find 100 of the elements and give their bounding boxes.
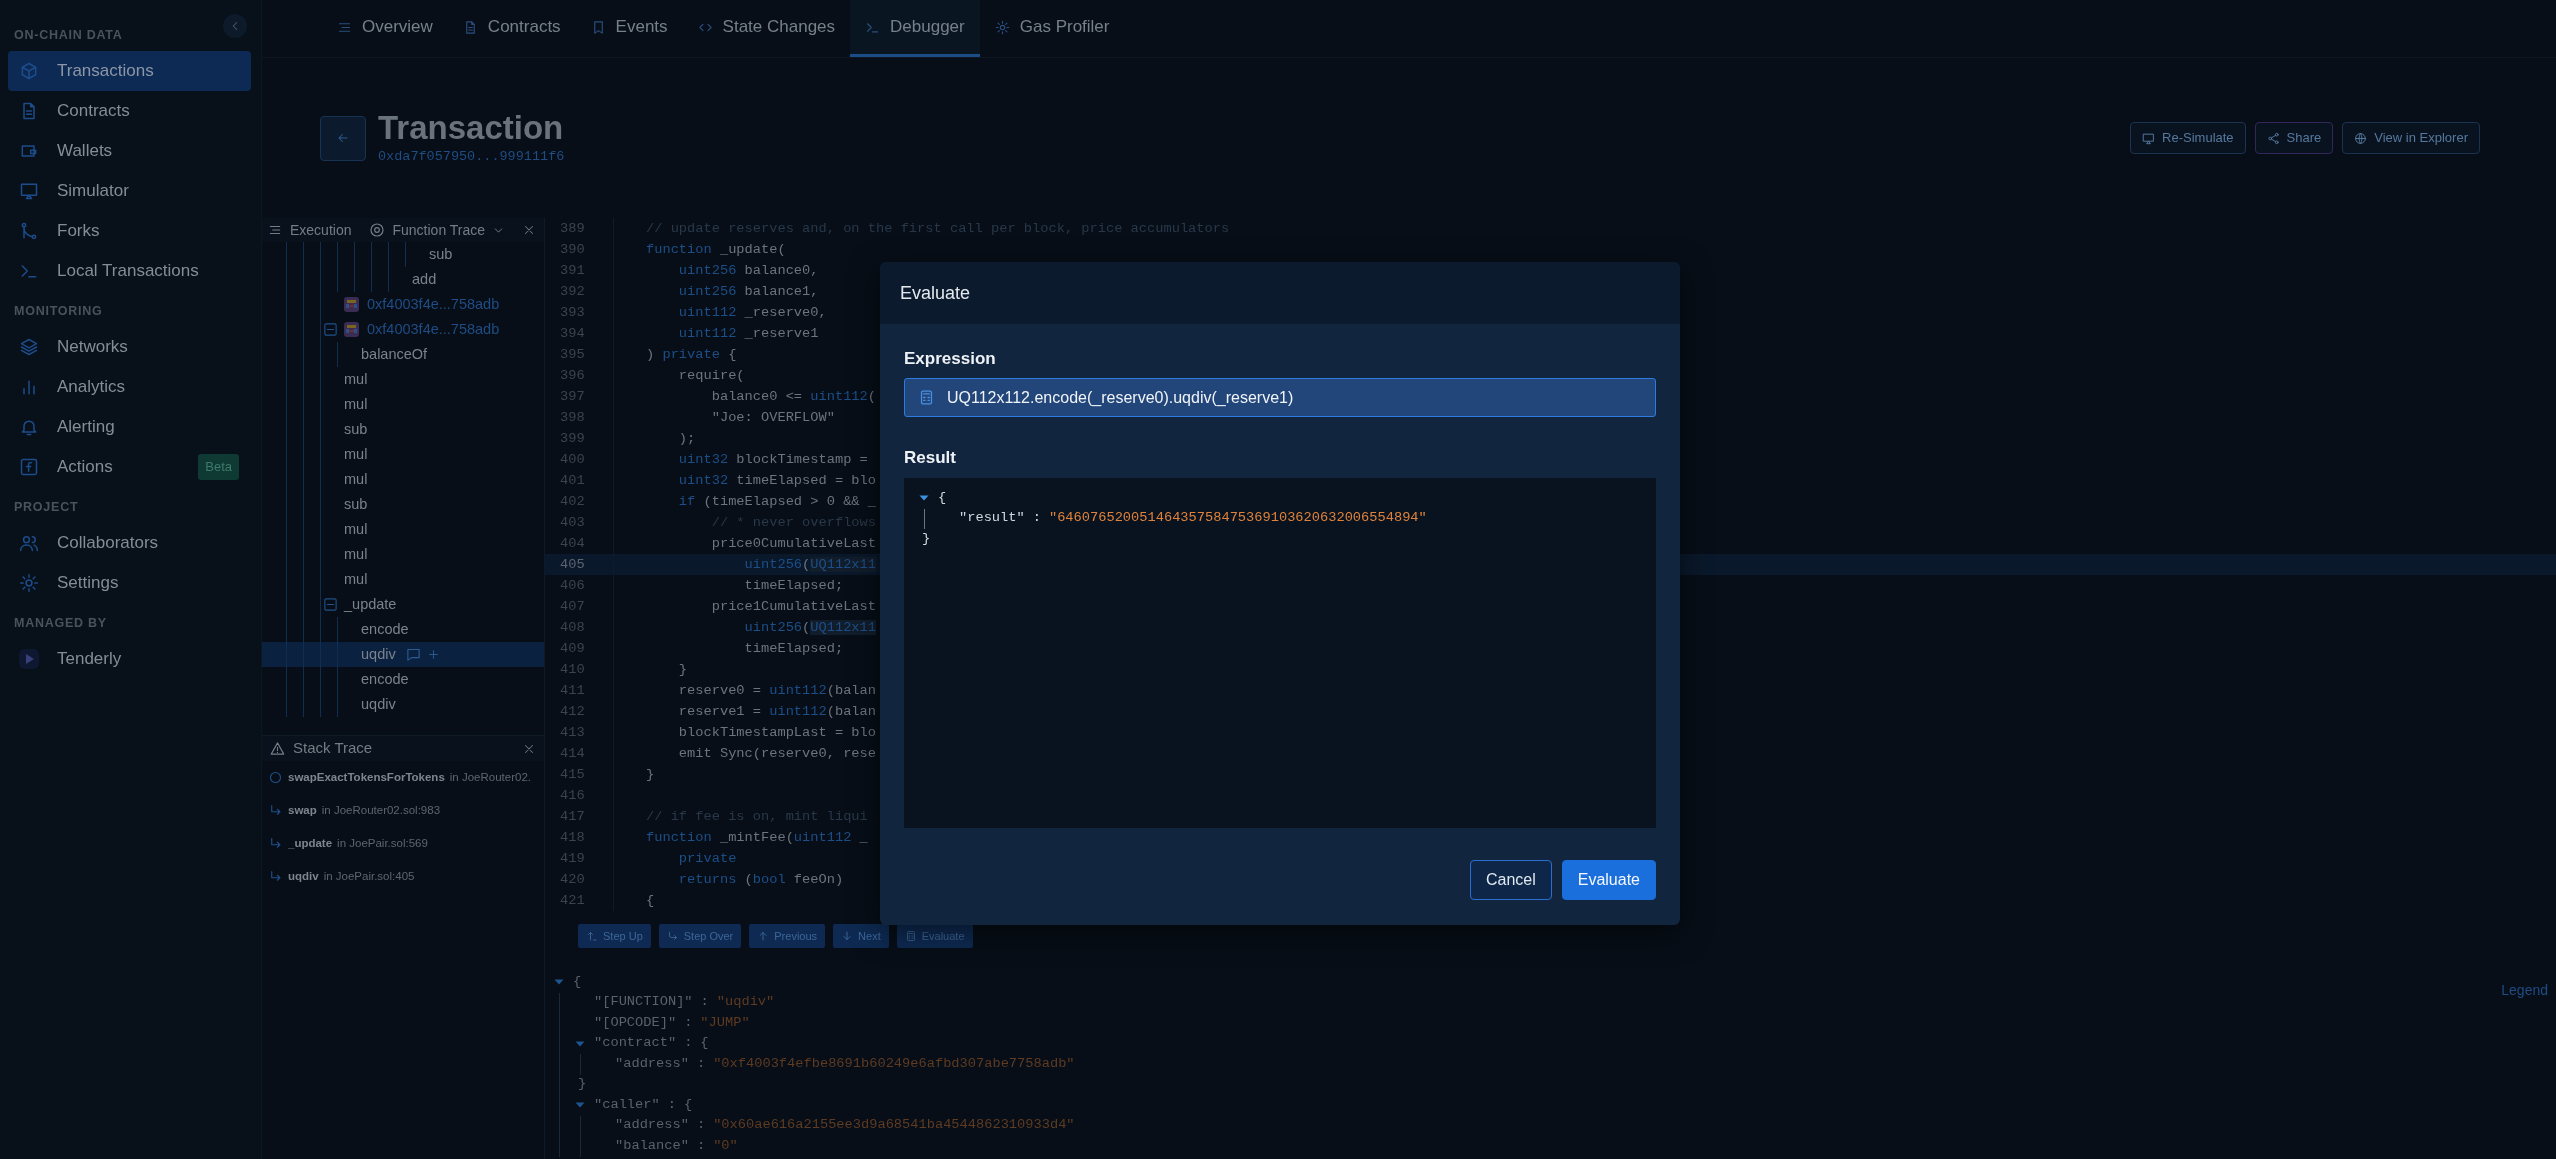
code-line: uint256(UQ112x11 (743, 619, 876, 637)
code-line: returns (bool feeOn) (677, 871, 844, 889)
code-line: } (677, 661, 688, 679)
code-line: uint112 _reserve1 (677, 325, 819, 343)
evaluate-button[interactable]: Evaluate (1561, 860, 1656, 900)
json-brace: { (573, 973, 582, 991)
back-button[interactable] (320, 115, 366, 161)
stack-frame[interactable]: _update in JoePair.sol:569 (262, 827, 428, 860)
comment-icon[interactable] (405, 647, 421, 662)
function-icon (19, 457, 39, 477)
users-icon (19, 533, 39, 553)
json-value: "0xf4003f4efbe8691b60249e6afbd307abe7758adb" (713, 1055, 1075, 1073)
monitor-icon (19, 181, 39, 201)
close-icon (522, 223, 536, 237)
code-line: uint32 timeElapsed = blo (677, 472, 876, 490)
sidebar-item[interactable]: Forks (8, 211, 251, 251)
field-label: Expression (904, 348, 996, 370)
sidebar-item[interactable]: Tenderly (8, 639, 251, 679)
dialog-title: Evaluate (900, 281, 971, 305)
code-line: require( (677, 367, 745, 385)
cancel-button[interactable]: Cancel (1469, 860, 1552, 900)
transaction-hash: 0xda7f057950...999111f6 (378, 147, 565, 166)
gear-icon (994, 19, 1010, 35)
tab[interactable]: Events (575, 0, 683, 57)
json-value: "JUMP" (700, 1014, 750, 1032)
json-key: "contract" (594, 1033, 677, 1055)
return-arrow-icon (268, 869, 283, 884)
trace-row[interactable]: uqdiv (262, 642, 544, 667)
json-brace: { (938, 489, 947, 507)
code-line: function _mintFee(uint112 _ (646, 829, 868, 847)
plus-icon[interactable] (426, 648, 440, 661)
sidebar-item[interactable]: Analytics (8, 367, 251, 407)
circle-icon (268, 770, 283, 785)
json-value: "0x60ae616a2155ee3d9a68541ba4544862310933d4" (713, 1116, 1075, 1135)
play-logo-icon (19, 649, 39, 669)
code-line: { (646, 892, 655, 910)
tab[interactable]: Debugger (850, 0, 980, 57)
action-button[interactable]: Share (2254, 122, 2334, 154)
sidebar-item[interactable]: Actions Beta (8, 447, 251, 487)
stack-frame[interactable]: uqdiv in JoePair.sol:405 (262, 860, 415, 893)
action-button[interactable]: Re-Simulate (2130, 122, 2246, 154)
json-colon: : (667, 1096, 676, 1114)
sidebar-item[interactable]: Transactions (8, 51, 251, 91)
collapse-icon[interactable] (323, 322, 338, 337)
layers-icon (19, 337, 39, 357)
arrow-left-icon (336, 131, 350, 145)
json-key: "address" (615, 1115, 689, 1137)
collapse-sidebar-button[interactable] (223, 14, 247, 38)
sidebar-item[interactable]: Simulator (8, 171, 251, 211)
code-line: private (677, 850, 737, 868)
section-heading: MONITORING (14, 303, 103, 320)
sidebar-item[interactable]: Local Transactions (8, 251, 251, 291)
code-line: balance0 <= uint112( (710, 388, 876, 406)
share-icon (2266, 131, 2280, 145)
sidebar-item[interactable]: Networks (8, 327, 251, 367)
json-brace: } (922, 530, 931, 548)
contract-avatar-icon (344, 322, 359, 337)
json-brace: } (578, 1075, 587, 1094)
page-title: Transaction (378, 108, 565, 147)
arrow-down-icon (841, 930, 854, 942)
panel-title: Stack Trace (293, 738, 373, 759)
code-line: uint256(UQ112x11 (743, 556, 876, 574)
monitor-icon (2142, 131, 2156, 145)
code-line: "Joe: OVERFLOW" (710, 409, 835, 427)
stack-frame[interactable]: swap in JoeRouter02.sol:983 (262, 794, 441, 827)
panel-title: Execution (290, 220, 352, 240)
json-colon: : (684, 1034, 693, 1053)
collapse-icon[interactable] (323, 597, 338, 612)
step-over-icon (666, 930, 679, 942)
code-line: uint112 _reserve0, (677, 304, 827, 322)
sidebar-item[interactable]: Contracts (8, 91, 251, 131)
return-arrow-icon (268, 836, 283, 851)
section-heading: ON-CHAIN DATA (14, 27, 123, 44)
step-up-icon (586, 930, 598, 942)
json-brace: { (700, 1034, 709, 1053)
calculator-icon (918, 389, 935, 406)
calculator-icon (904, 930, 917, 942)
json-key: "[FUNCTION]" (594, 992, 693, 1014)
sidebar-item[interactable]: Alerting (8, 407, 251, 447)
code-line: price1CumulativeLast (710, 598, 876, 616)
sidebar-item[interactable]: Wallets (8, 131, 251, 171)
code-line: blockTimestampLast = blo (677, 724, 876, 742)
sidebar-item[interactable]: Settings (8, 563, 251, 603)
code-line: emit Sync(reserve0, rese (677, 745, 876, 763)
code-line: reserve0 = uint112(balan (677, 682, 876, 700)
sidebar-item[interactable]: Collaborators (8, 523, 251, 563)
code-line: timeElapsed; (743, 640, 844, 658)
action-button[interactable]: View in Explorer (2342, 122, 2480, 154)
section-heading: PROJECT (14, 499, 79, 516)
menu-icon (268, 223, 282, 237)
close-button[interactable] (522, 223, 536, 237)
code-line: timeElapsed; (743, 577, 844, 595)
expression-field[interactable]: UQ112x112.encode(_reserve0).uqdiv(_reserve1) (904, 378, 1656, 417)
field-label: Result (904, 447, 956, 469)
view-dropdown[interactable]: Function Trace (369, 219, 506, 241)
tab[interactable]: State Changes (682, 0, 851, 57)
stack-frame[interactable]: swapExactTokensForTokens in JoeRouter02. (262, 761, 531, 794)
tab[interactable]: Gas Profiler (979, 0, 1125, 57)
tab[interactable]: Overview (322, 0, 448, 57)
tab[interactable]: Contracts (447, 0, 576, 57)
